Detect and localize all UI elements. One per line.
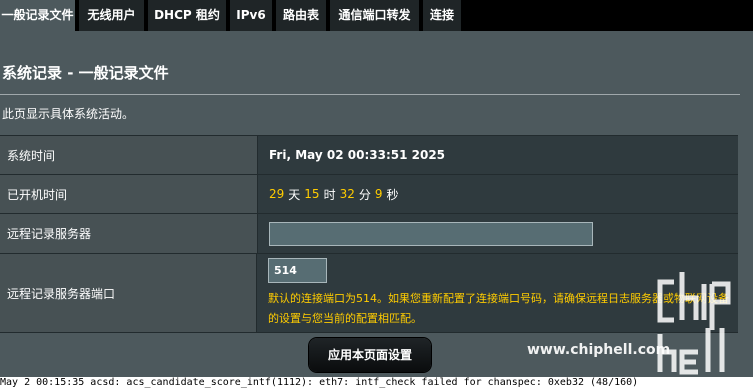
row-remote-log-server: 远程记录服务器 bbox=[0, 213, 738, 253]
uptime-seconds-unit: 秒 bbox=[386, 187, 399, 202]
tab-bar: 一般记录文件 无线用户 DHCP 租约 IPv6 路由表 通信端口转发 连接 bbox=[0, 0, 753, 31]
tab-general-log[interactable]: 一般记录文件 bbox=[0, 0, 75, 31]
tab-port-forwarding[interactable]: 通信端口转发 bbox=[330, 0, 419, 31]
row-remote-log-port: 远程记录服务器端口 514 默认的连接端口为514。如果您重新配置了连接端口号码… bbox=[0, 253, 738, 333]
tab-routing-table[interactable]: 路由表 bbox=[276, 0, 326, 31]
chiphell-logo-icon bbox=[657, 272, 731, 375]
log-line: May 2 00:15:35 acsd: acs_candidate_score… bbox=[0, 377, 753, 388]
settings-table: 系统时间 Fri, May 02 00:33:51 2025 已开机时间 29 … bbox=[0, 135, 738, 333]
remote-log-port-label: 远程记录服务器端口 bbox=[0, 254, 257, 332]
uptime-seconds: 9 bbox=[374, 187, 383, 201]
uptime-minutes-unit: 分 bbox=[358, 187, 371, 202]
uptime-value: 29 天 15 时 32 分 9 秒 bbox=[258, 175, 738, 213]
row-uptime: 已开机时间 29 天 15 时 32 分 9 秒 bbox=[0, 174, 738, 213]
remote-log-port-input[interactable]: 514 bbox=[268, 257, 327, 283]
page-title: 系统记录 - 一般记录文件 bbox=[2, 64, 169, 82]
remote-log-server-input[interactable] bbox=[269, 221, 593, 246]
page-description: 此页显示具体系统活动。 bbox=[2, 107, 135, 121]
apply-button[interactable]: 应用本页面设置 bbox=[309, 338, 431, 372]
system-time-value: Fri, May 02 00:33:51 2025 bbox=[258, 136, 738, 174]
watermark-url: www.chiphell.com bbox=[527, 342, 671, 358]
uptime-hours-unit: 时 bbox=[323, 187, 336, 202]
tab-dhcp-leases[interactable]: DHCP 租约 bbox=[148, 0, 226, 31]
uptime-label: 已开机时间 bbox=[0, 175, 258, 213]
uptime-days: 29 bbox=[269, 187, 285, 201]
uptime-minutes: 32 bbox=[339, 187, 355, 201]
uptime-days-unit: 天 bbox=[288, 187, 301, 202]
row-system-time: 系统时间 Fri, May 02 00:33:51 2025 bbox=[0, 135, 738, 174]
tab-ipv6[interactable]: IPv6 bbox=[230, 0, 272, 31]
tab-connections[interactable]: 连接 bbox=[423, 0, 461, 31]
uptime-hours: 15 bbox=[304, 187, 320, 201]
system-time-label: 系统时间 bbox=[0, 136, 258, 174]
title-divider bbox=[0, 94, 740, 95]
remote-log-server-label: 远程记录服务器 bbox=[0, 214, 258, 253]
tab-wireless-clients[interactable]: 无线用户 bbox=[79, 0, 144, 31]
remote-log-server-cell bbox=[258, 214, 738, 253]
